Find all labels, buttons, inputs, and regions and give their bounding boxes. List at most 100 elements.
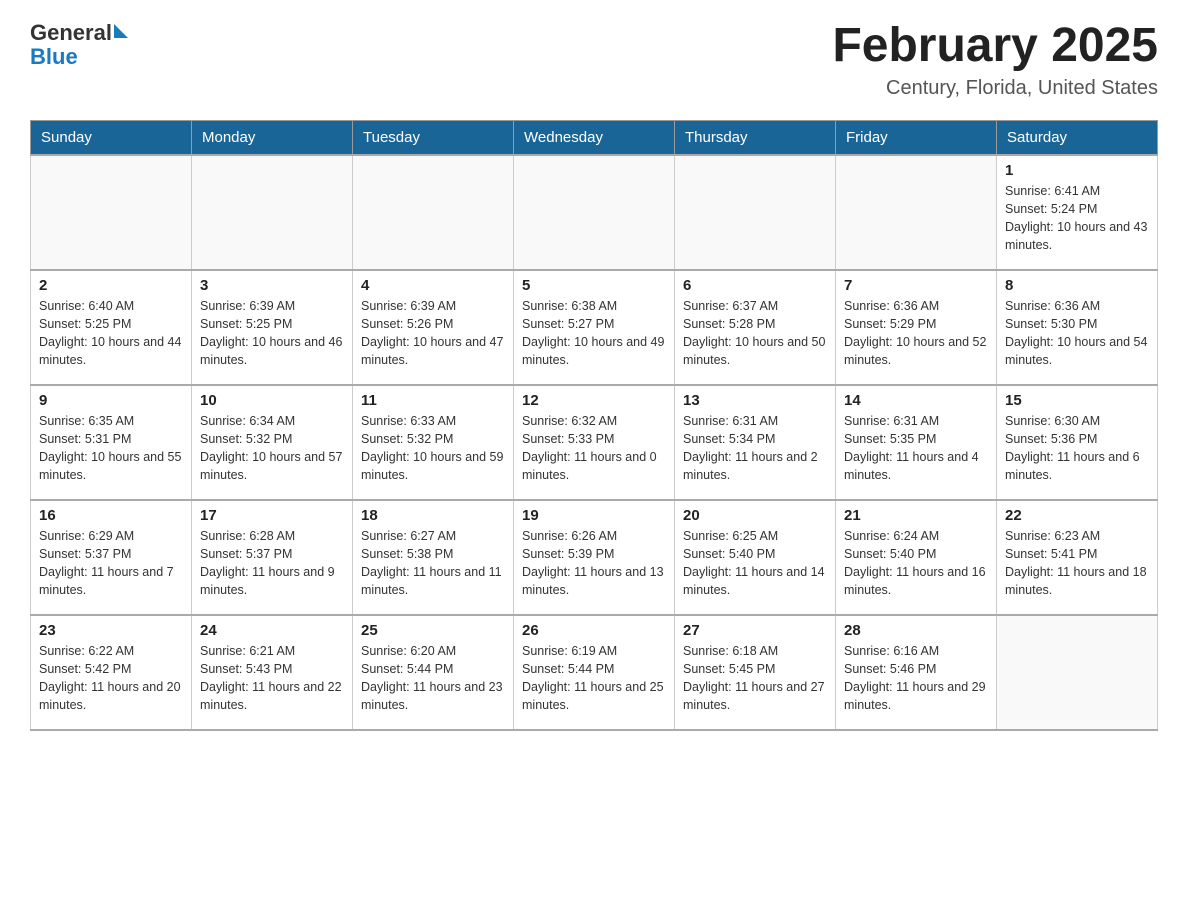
calendar-cell: 1Sunrise: 6:41 AMSunset: 5:24 PMDaylight… xyxy=(997,155,1158,270)
day-info: Sunrise: 6:30 AMSunset: 5:36 PMDaylight:… xyxy=(1005,412,1149,485)
day-number: 9 xyxy=(39,392,183,409)
day-info: Sunrise: 6:20 AMSunset: 5:44 PMDaylight:… xyxy=(361,642,505,715)
day-number: 13 xyxy=(683,392,827,409)
day-number: 2 xyxy=(39,277,183,294)
day-info: Sunrise: 6:35 AMSunset: 5:31 PMDaylight:… xyxy=(39,412,183,485)
day-number: 12 xyxy=(522,392,666,409)
day-info: Sunrise: 6:29 AMSunset: 5:37 PMDaylight:… xyxy=(39,527,183,600)
day-info: Sunrise: 6:40 AMSunset: 5:25 PMDaylight:… xyxy=(39,297,183,370)
day-number: 17 xyxy=(200,507,344,524)
day-number: 24 xyxy=(200,622,344,639)
calendar-cell: 24 Sunrise: 6:21 AMSunset: 5:43 PMDayligh… xyxy=(192,615,353,730)
calendar-cell: 7Sunrise: 6:36 AMSunset: 5:29 PMDaylight… xyxy=(836,270,997,385)
column-header-saturday: Saturday xyxy=(997,120,1158,155)
column-header-monday: Monday xyxy=(192,120,353,155)
calendar-cell xyxy=(675,155,836,270)
day-info: Sunrise: 6:34 AMSunset: 5:32 PMDaylight:… xyxy=(200,412,344,485)
day-number: 18 xyxy=(361,507,505,524)
calendar-cell xyxy=(997,615,1158,730)
calendar-cell: 27Sunrise: 6:18 AMSunset: 5:45 PMDayligh… xyxy=(675,615,836,730)
day-number: 8 xyxy=(1005,277,1149,294)
calendar-cell: 13 Sunrise: 6:31 AMSunset: 5:34 PMDayligh… xyxy=(675,385,836,500)
day-info: Sunrise: 6:28 AMSunset: 5:37 PMDaylight:… xyxy=(200,527,344,600)
logo-general-text: General xyxy=(30,20,112,46)
day-info: Sunrise: 6:31 AMSunset: 5:35 PMDaylight:… xyxy=(844,412,988,485)
calendar-cell xyxy=(836,155,997,270)
calendar-cell: 18 Sunrise: 6:27 AMSunset: 5:38 PMDayligh… xyxy=(353,500,514,615)
day-number: 19 xyxy=(522,507,666,524)
calendar-cell: 17 Sunrise: 6:28 AMSunset: 5:37 PMDayligh… xyxy=(192,500,353,615)
calendar-cell: 8 Sunrise: 6:36 AMSunset: 5:30 PMDaylight… xyxy=(997,270,1158,385)
day-number: 15 xyxy=(1005,392,1149,409)
week-row-4: 16 Sunrise: 6:29 AMSunset: 5:37 PMDayligh… xyxy=(31,500,1158,615)
day-info: Sunrise: 6:36 AMSunset: 5:30 PMDaylight:… xyxy=(1005,297,1149,370)
day-number: 14 xyxy=(844,392,988,409)
day-info: Sunrise: 6:22 AMSunset: 5:42 PMDaylight:… xyxy=(39,642,183,715)
day-number: 7 xyxy=(844,277,988,294)
day-info: Sunrise: 6:21 AMSunset: 5:43 PMDaylight:… xyxy=(200,642,344,715)
calendar-cell xyxy=(353,155,514,270)
calendar-header-row: SundayMondayTuesdayWednesdayThursdayFrid… xyxy=(31,120,1158,155)
day-number: 6 xyxy=(683,277,827,294)
calendar-cell: 6Sunrise: 6:37 AMSunset: 5:28 PMDaylight… xyxy=(675,270,836,385)
calendar-cell: 19Sunrise: 6:26 AMSunset: 5:39 PMDayligh… xyxy=(514,500,675,615)
calendar-table: SundayMondayTuesdayWednesdayThursdayFrid… xyxy=(30,120,1158,731)
calendar-cell: 12 Sunrise: 6:32 AMSunset: 5:33 PMDayligh… xyxy=(514,385,675,500)
day-number: 27 xyxy=(683,622,827,639)
logo: General Blue xyxy=(30,20,128,70)
day-info: Sunrise: 6:38 AMSunset: 5:27 PMDaylight:… xyxy=(522,297,666,370)
day-number: 3 xyxy=(200,277,344,294)
day-info: Sunrise: 6:27 AMSunset: 5:38 PMDaylight:… xyxy=(361,527,505,600)
calendar-cell: 14 Sunrise: 6:31 AMSunset: 5:35 PMDayligh… xyxy=(836,385,997,500)
logo-arrow-icon xyxy=(114,24,128,38)
day-number: 21 xyxy=(844,507,988,524)
calendar-cell: 5 Sunrise: 6:38 AMSunset: 5:27 PMDaylight… xyxy=(514,270,675,385)
day-info: Sunrise: 6:23 AMSunset: 5:41 PMDaylight:… xyxy=(1005,527,1149,600)
calendar-cell: 20Sunrise: 6:25 AMSunset: 5:40 PMDayligh… xyxy=(675,500,836,615)
calendar-cell: 16 Sunrise: 6:29 AMSunset: 5:37 PMDayligh… xyxy=(31,500,192,615)
day-number: 10 xyxy=(200,392,344,409)
day-info: Sunrise: 6:39 AMSunset: 5:26 PMDaylight:… xyxy=(361,297,505,370)
day-number: 25 xyxy=(361,622,505,639)
calendar-cell: 4 Sunrise: 6:39 AMSunset: 5:26 PMDaylight… xyxy=(353,270,514,385)
column-header-thursday: Thursday xyxy=(675,120,836,155)
day-info: Sunrise: 6:32 AMSunset: 5:33 PMDaylight:… xyxy=(522,412,666,485)
day-info: Sunrise: 6:19 AMSunset: 5:44 PMDaylight:… xyxy=(522,642,666,715)
day-number: 22 xyxy=(1005,507,1149,524)
day-number: 16 xyxy=(39,507,183,524)
day-number: 11 xyxy=(361,392,505,409)
title-section: February 2025 Century, Florida, United S… xyxy=(832,20,1158,100)
month-title: February 2025 xyxy=(832,20,1158,73)
day-info: Sunrise: 6:31 AMSunset: 5:34 PMDaylight:… xyxy=(683,412,827,485)
day-info: Sunrise: 6:25 AMSunset: 5:40 PMDaylight:… xyxy=(683,527,827,600)
page-header: General Blue February 2025 Century, Flor… xyxy=(30,20,1158,100)
day-number: 23 xyxy=(39,622,183,639)
column-header-tuesday: Tuesday xyxy=(353,120,514,155)
week-row-3: 9 Sunrise: 6:35 AMSunset: 5:31 PMDaylight… xyxy=(31,385,1158,500)
calendar-cell: 23 Sunrise: 6:22 AMSunset: 5:42 PMDayligh… xyxy=(31,615,192,730)
day-info: Sunrise: 6:41 AMSunset: 5:24 PMDaylight:… xyxy=(1005,182,1149,255)
day-number: 5 xyxy=(522,277,666,294)
day-number: 26 xyxy=(522,622,666,639)
week-row-1: 1Sunrise: 6:41 AMSunset: 5:24 PMDaylight… xyxy=(31,155,1158,270)
calendar-cell: 15 Sunrise: 6:30 AMSunset: 5:36 PMDayligh… xyxy=(997,385,1158,500)
calendar-cell: 28Sunrise: 6:16 AMSunset: 5:46 PMDayligh… xyxy=(836,615,997,730)
calendar-cell xyxy=(514,155,675,270)
calendar-cell: 26 Sunrise: 6:19 AMSunset: 5:44 PMDayligh… xyxy=(514,615,675,730)
calendar-cell: 3 Sunrise: 6:39 AMSunset: 5:25 PMDaylight… xyxy=(192,270,353,385)
calendar-cell: 10 Sunrise: 6:34 AMSunset: 5:32 PMDayligh… xyxy=(192,385,353,500)
column-header-sunday: Sunday xyxy=(31,120,192,155)
calendar-cell: 2 Sunrise: 6:40 AMSunset: 5:25 PMDaylight… xyxy=(31,270,192,385)
week-row-2: 2 Sunrise: 6:40 AMSunset: 5:25 PMDaylight… xyxy=(31,270,1158,385)
day-info: Sunrise: 6:39 AMSunset: 5:25 PMDaylight:… xyxy=(200,297,344,370)
day-number: 28 xyxy=(844,622,988,639)
calendar-cell: 11 Sunrise: 6:33 AMSunset: 5:32 PMDayligh… xyxy=(353,385,514,500)
calendar-cell xyxy=(192,155,353,270)
day-info: Sunrise: 6:24 AMSunset: 5:40 PMDaylight:… xyxy=(844,527,988,600)
day-info: Sunrise: 6:33 AMSunset: 5:32 PMDaylight:… xyxy=(361,412,505,485)
logo-blue-text: Blue xyxy=(30,44,78,70)
column-header-wednesday: Wednesday xyxy=(514,120,675,155)
column-header-friday: Friday xyxy=(836,120,997,155)
calendar-cell: 25 Sunrise: 6:20 AMSunset: 5:44 PMDayligh… xyxy=(353,615,514,730)
day-number: 4 xyxy=(361,277,505,294)
